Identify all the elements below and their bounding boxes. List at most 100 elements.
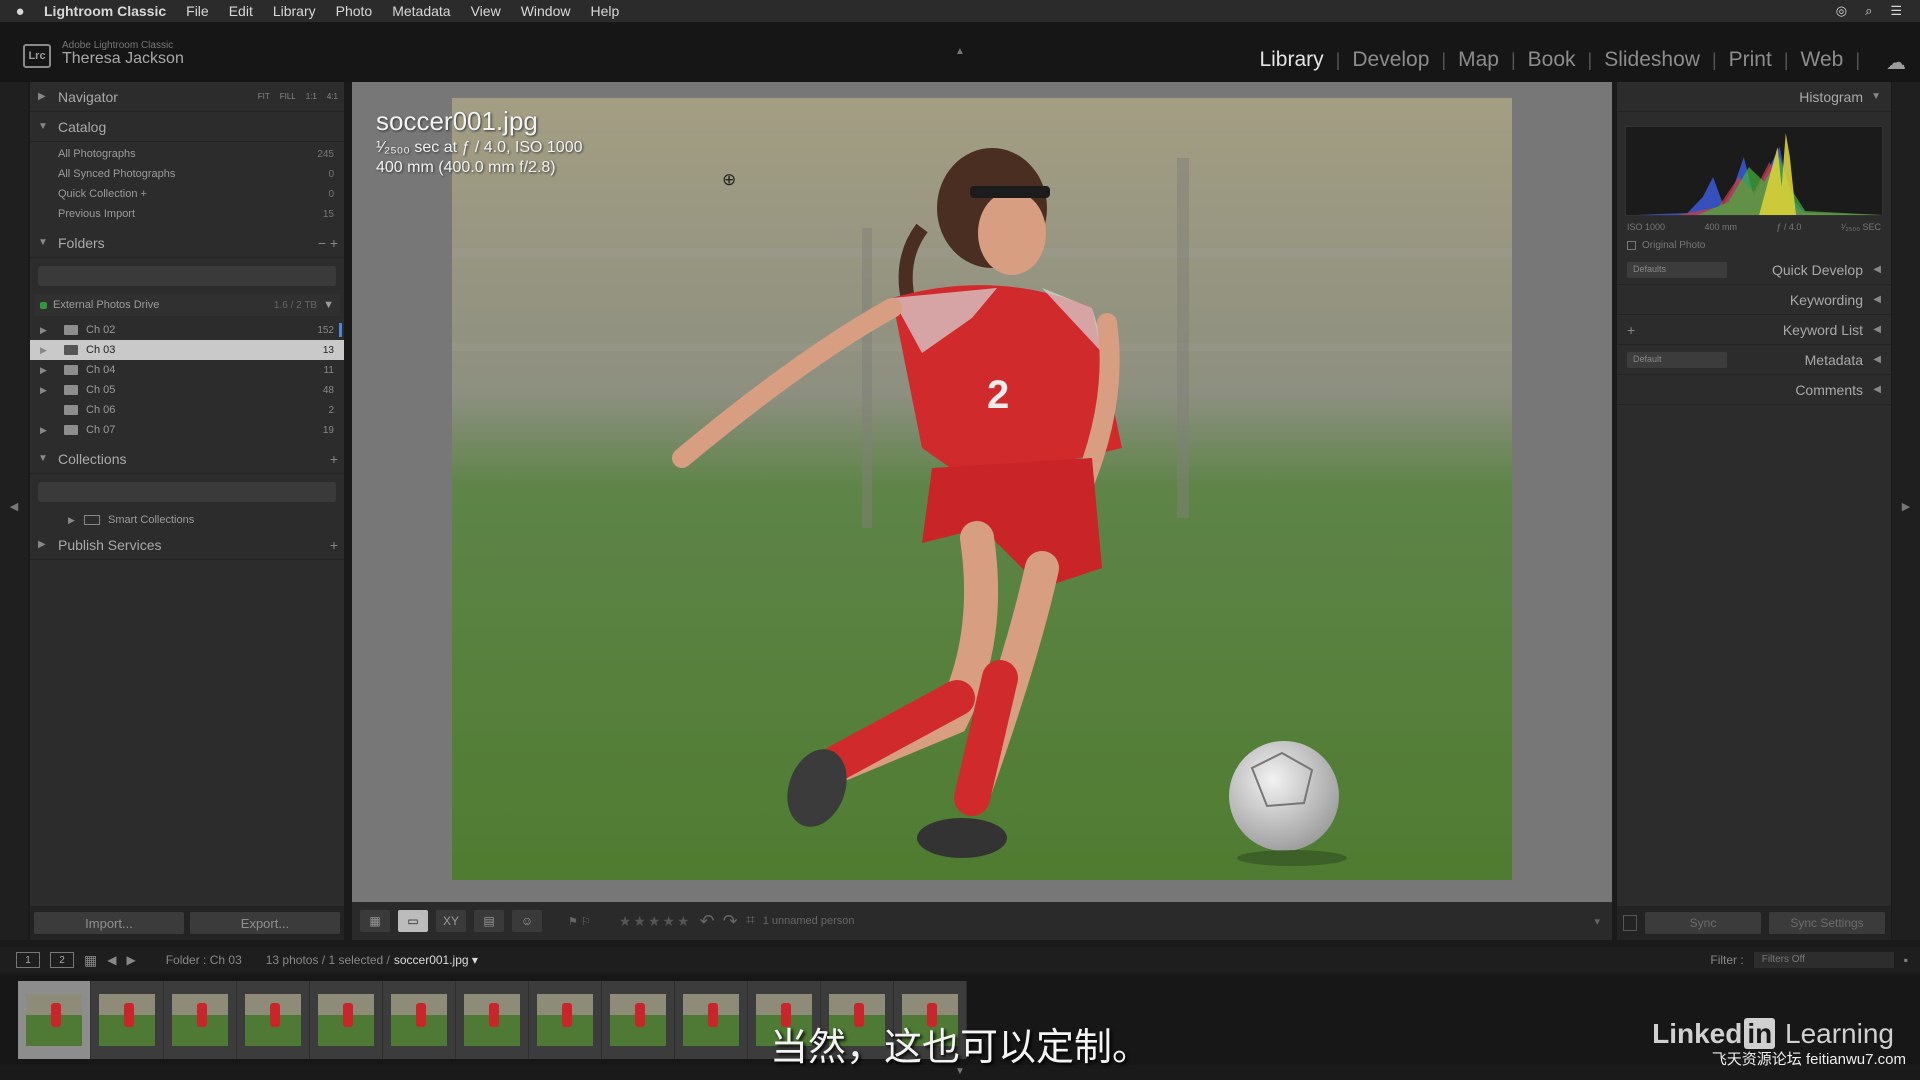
disclosure-triangle-icon[interactable]: ▶ [40,325,64,336]
catalog-header[interactable]: ▼ Catalog [30,112,344,142]
catalog-row[interactable]: Quick Collection + 0 [30,184,344,204]
menu-help[interactable]: Help [580,3,629,19]
survey-view-icon[interactable]: ▤ [474,910,504,932]
zoom-1-1[interactable]: 1:1 [306,92,317,101]
quick-develop-header[interactable]: Defaults Quick Develop ◀ [1617,255,1891,285]
folder-row-ch07[interactable]: ▶ Ch 07 19 [30,420,344,440]
keyword-list-header[interactable]: + Keyword List ◀ [1617,315,1891,345]
people-view-icon[interactable]: ☺ [512,910,542,932]
volume-row[interactable]: External Photos Drive 1.6 / 2 TB ▼ [34,294,340,316]
loupe-view-icon[interactable]: ▭ [398,910,428,932]
collections-header[interactable]: ▼ Collections + [30,444,344,474]
histogram-graph[interactable] [1625,126,1883,216]
comments-header[interactable]: Comments ◀ [1617,375,1891,405]
smart-collections-row[interactable]: ▶ Smart Collections [30,510,344,530]
zoom-fit[interactable]: FIT [258,92,270,101]
catalog-row[interactable]: Previous Import 15 [30,204,344,224]
folder-row-ch02[interactable]: ▶ Ch 02 152 [30,320,344,340]
folder-add-remove-icon[interactable]: − + [318,235,338,251]
rotate-right-icon[interactable]: ↷ [723,911,738,932]
expand-triangle-icon[interactable]: ◀ [1863,294,1881,305]
catalog-row[interactable]: All Synced Photographs 0 [30,164,344,184]
left-panel-edge[interactable]: ◀ [0,82,28,940]
menu-view[interactable]: View [461,3,511,19]
sync-settings-button[interactable]: Sync Settings [1769,912,1885,934]
menu-library[interactable]: Library [263,3,326,19]
module-develop[interactable]: Develop [1340,48,1441,72]
collapse-triangle-icon[interactable]: ▼ [38,453,58,464]
module-print[interactable]: Print [1717,48,1784,72]
folders-header[interactable]: ▼ Folders − + [30,228,344,258]
collapse-triangle-icon[interactable]: ▼ [38,237,58,248]
disclosure-triangle-icon[interactable]: ▶ [68,515,84,526]
module-book[interactable]: Book [1516,48,1588,72]
collapse-filmstrip-icon[interactable]: ▼ [955,1066,965,1077]
expand-triangle-icon[interactable]: ◀ [1863,264,1881,275]
cloud-sync-icon[interactable]: ☁ [1886,50,1906,75]
module-library[interactable]: Library [1247,48,1335,72]
metadata-preset-select[interactable]: Default [1627,351,1727,368]
module-web[interactable]: Web [1789,48,1856,72]
keywording-header[interactable]: Keywording ◀ [1617,285,1891,315]
expand-triangle-icon[interactable]: ◀ [1863,384,1881,395]
filter-select[interactable]: Filters Off [1753,952,1894,968]
sync-button[interactable]: Sync [1645,912,1761,934]
collection-search-input[interactable] [38,482,336,502]
folder-search-input[interactable] [38,266,336,286]
publish-services-header[interactable]: ▶ Publish Services + [30,530,344,560]
disclosure-triangle-icon[interactable]: ▶ [40,425,64,436]
catalog-row[interactable]: All Photographs 245 [30,144,344,164]
collapse-left-icon[interactable]: ◀ [0,500,28,513]
auto-sync-switch[interactable] [1623,915,1637,931]
spotlight-search-icon[interactable]: ⌕ [1865,3,1872,19]
folder-source[interactable]: Folder : Ch 03 [166,953,242,967]
collapse-triangle-icon[interactable]: ▼ [38,121,58,132]
zoom-4-1[interactable]: 4:1 [327,92,338,101]
main-photo[interactable]: 2 [452,98,1512,880]
menu-edit[interactable]: Edit [219,3,263,19]
export-button[interactable]: Export... [190,912,340,934]
notification-center-icon[interactable]: ☰ [1890,3,1902,19]
histogram-header[interactable]: Histogram ▼ [1617,82,1891,112]
module-slideshow[interactable]: Slideshow [1592,48,1712,72]
module-map[interactable]: Map [1446,48,1511,72]
original-photo-row[interactable]: Original Photo [1627,240,1881,251]
selected-filename-menu[interactable]: soccer001.jpg ▾ [394,953,478,967]
original-photo-checkbox[interactable] [1627,241,1636,250]
folder-row-ch04[interactable]: ▶ Ch 04 11 [30,360,344,380]
grid-icon[interactable]: ▦ [84,952,97,969]
folder-row-ch06[interactable]: Ch 06 2 [30,400,344,420]
disclosure-triangle-icon[interactable]: ▶ [40,365,64,376]
zoom-fill[interactable]: FILL [280,92,296,101]
add-keyword-icon[interactable]: + [1627,322,1635,338]
collapse-right-icon[interactable]: ▶ [1892,500,1920,513]
filter-lock-icon[interactable]: ▪ [1904,953,1908,967]
creative-cloud-icon[interactable]: ◎ [1836,3,1847,19]
disclosure-triangle-icon[interactable]: ▶ [40,385,64,396]
scroll-indicator[interactable] [339,323,342,337]
disclosure-triangle-icon[interactable]: ▶ [40,345,64,356]
collapse-top-panel-icon[interactable]: ▲ [955,46,965,57]
compare-view-icon[interactable]: XY [436,910,466,932]
expand-triangle-icon[interactable]: ▶ [38,91,58,102]
grid-view-icon[interactable]: ▦ [360,910,390,932]
collapse-triangle-icon[interactable]: ▼ [1863,91,1881,102]
import-button[interactable]: Import... [34,912,184,934]
flag-icon[interactable]: ⚑ ⚐ [568,915,591,928]
apple-icon[interactable]: ● [0,3,40,20]
expand-triangle-icon[interactable]: ▶ [38,539,58,550]
menu-metadata[interactable]: Metadata [382,3,460,19]
folder-row-ch03[interactable]: ▶ Ch 03 13 [30,340,344,360]
toolbar-menu-icon[interactable]: ▾ [1594,915,1612,928]
expand-triangle-icon[interactable]: ◀ [1863,324,1881,335]
add-collection-icon[interactable]: + [330,451,338,467]
second-screen-button[interactable]: 2 [50,952,74,968]
right-panel-edge[interactable]: ▶ [1892,82,1920,940]
menu-window[interactable]: Window [511,3,581,19]
forward-arrow-icon[interactable]: ▶ [126,953,135,967]
expand-triangle-icon[interactable]: ◀ [1863,354,1881,365]
rotate-left-icon[interactable]: ↶ [700,911,715,932]
navigator-header[interactable]: ▶ Navigator FIT FILL 1:1 4:1 [30,82,344,112]
quick-develop-preset-select[interactable]: Defaults [1627,261,1727,278]
back-arrow-icon[interactable]: ◀ [107,953,116,967]
